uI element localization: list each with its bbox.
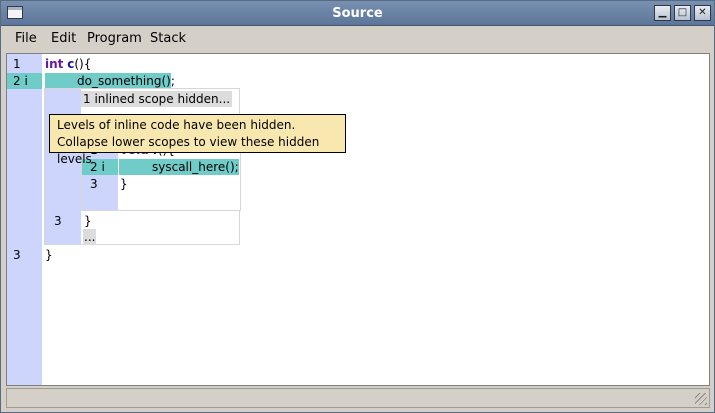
source-view[interactable]: 1 int c(){ 2 i do_something(); 1 inlined… (6, 53, 710, 386)
line-number[interactable]: 3 (54, 213, 62, 229)
close-button[interactable]: ✕ (694, 5, 711, 21)
resize-grip-icon[interactable] (695, 393, 707, 405)
code-line: } (120, 177, 128, 191)
menu-stack[interactable]: Stack (150, 31, 186, 46)
nested-inline-scope-block: 1 void f(){ 2 i syscall_here(); 3 } (81, 143, 241, 211)
code-line: int c(){ (45, 57, 92, 71)
window-title: Source (332, 6, 383, 21)
inline-tooltip: Levels of inline code have been hidden. … (49, 114, 346, 166)
minimize-button[interactable]: ▁ (654, 5, 671, 21)
maximize-button[interactable]: □ (674, 5, 691, 21)
line-number[interactable]: 2 i (13, 73, 28, 89)
minimize-icon: ▁ (658, 7, 667, 18)
line-number[interactable]: 2 i (90, 159, 105, 175)
title-bar[interactable]: Source ▁ □ ✕ (1, 1, 714, 26)
source-window: Source ▁ □ ✕ File Edit Program Stack 1 i… (0, 0, 715, 413)
close-icon: ✕ (698, 7, 707, 18)
maximize-icon: □ (677, 7, 688, 18)
code-line: } (84, 214, 92, 228)
line-number[interactable]: 3 (90, 176, 98, 192)
code-line: do_something(); (77, 74, 175, 88)
inlined-scope-hidden-chip[interactable]: 1 inlined scope hidden... (81, 91, 233, 107)
menu-bar: File Edit Program Stack (1, 27, 714, 51)
code-line: } (45, 248, 53, 262)
ellipsis-chip[interactable]: ... (83, 229, 97, 245)
menu-file[interactable]: File (15, 31, 37, 46)
line-number[interactable]: 3 (13, 247, 21, 263)
line-number-gutter (7, 54, 42, 385)
menu-edit[interactable]: Edit (51, 31, 76, 46)
menu-program[interactable]: Program (87, 31, 142, 46)
code-line: syscall_here(); (152, 160, 239, 174)
line-number[interactable]: 1 (13, 56, 21, 72)
status-bar (6, 388, 710, 408)
